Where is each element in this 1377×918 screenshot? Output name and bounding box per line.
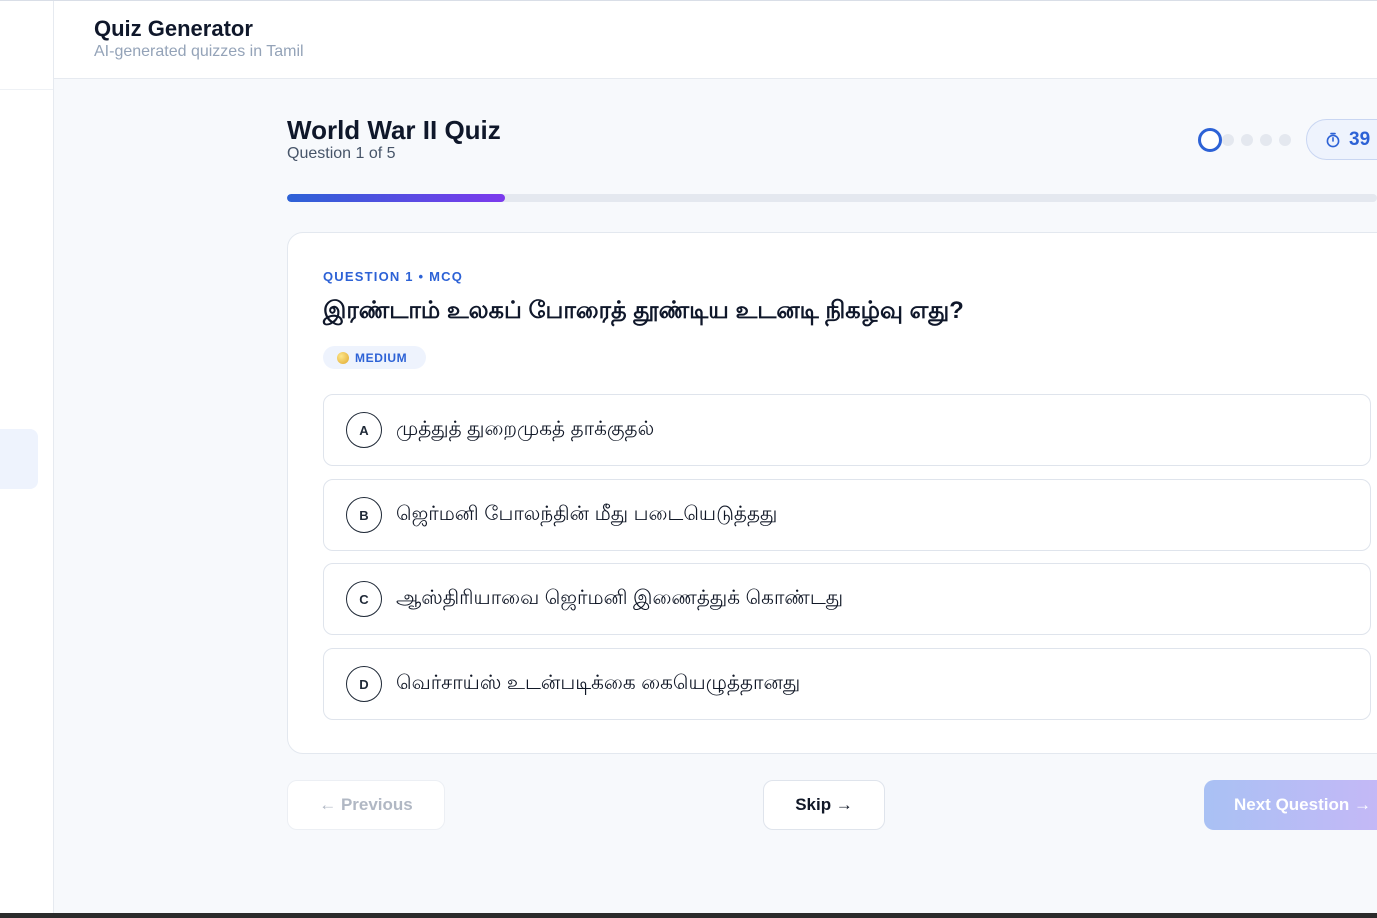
window-bottom-bar (0, 913, 1377, 918)
step-dot[interactable] (1279, 134, 1291, 146)
option-text: ஜெர்மனி போலந்தின் மீது படையெடுத்தது (396, 502, 778, 525)
quiz-title: World War II Quiz (287, 115, 501, 145)
option-text: ஆஸ்திரியாவை ஜெர்மனி இணைத்துக் கொண்டது (396, 586, 844, 609)
step-dot[interactable] (1260, 134, 1272, 146)
option-letter: C (346, 581, 382, 617)
option-letter: D (346, 666, 382, 702)
sidebar (0, 1, 54, 913)
quiz-progress-fill (287, 194, 505, 202)
difficulty-badge: MEDIUM (323, 346, 426, 369)
sidebar-divider (0, 89, 53, 90)
step-dot[interactable] (1241, 134, 1253, 146)
question-card: QUESTION 1 • MCQ இரண்டாம் உலகப் போரைத் த… (287, 232, 1377, 754)
option-d[interactable]: D வெர்சாய்ஸ் உடன்படிக்கை கையெழுத்தானது (323, 648, 1371, 720)
sidebar-active-item[interactable] (0, 429, 38, 489)
next-question-button[interactable]: Next Question → (1204, 780, 1377, 830)
question-step-indicator (1198, 127, 1298, 153)
question-meta: QUESTION 1 • MCQ (323, 269, 464, 284)
stopwatch-icon (1325, 132, 1341, 148)
timer-badge: 39 (1306, 119, 1377, 160)
option-letter: B (346, 497, 382, 533)
quiz-progress-bar (287, 194, 1377, 202)
app-title: Quiz Generator (94, 16, 253, 41)
medium-difficulty-dot-icon (337, 351, 349, 364)
option-letter: A (346, 412, 382, 448)
option-b[interactable]: B ஜெர்மனி போலந்தின் மீது படையெடுத்தது (323, 479, 1371, 551)
difficulty-label: MEDIUM (355, 350, 408, 365)
step-dot[interactable] (1222, 134, 1234, 146)
option-c[interactable]: C ஆஸ்திரியாவை ஜெர்மனி இணைத்துக் கொண்டது (323, 563, 1371, 635)
option-text: வெர்சாய்ஸ் உடன்படிக்கை கையெழுத்தானது (396, 671, 801, 694)
timer-value: 39 (1349, 128, 1371, 150)
question-counter: Question 1 of 5 (287, 145, 396, 162)
option-text: முத்துத் துறைமுகத் தாக்குதல் (396, 417, 655, 440)
app-subtitle: AI-generated quizzes in Tamil (94, 43, 304, 60)
step-dot-current[interactable] (1198, 128, 1222, 152)
option-a[interactable]: A முத்துத் துறைமுகத் தாக்குதல் (323, 394, 1371, 466)
app-header: Quiz Generator AI-generated quizzes in T… (54, 1, 1377, 79)
previous-button[interactable]: ← Previous (287, 780, 445, 830)
question-text: இரண்டாம் உலகப் போரைத் தூண்டிய உடனடி நிகழ… (323, 297, 964, 324)
skip-button[interactable]: Skip → (763, 780, 885, 830)
